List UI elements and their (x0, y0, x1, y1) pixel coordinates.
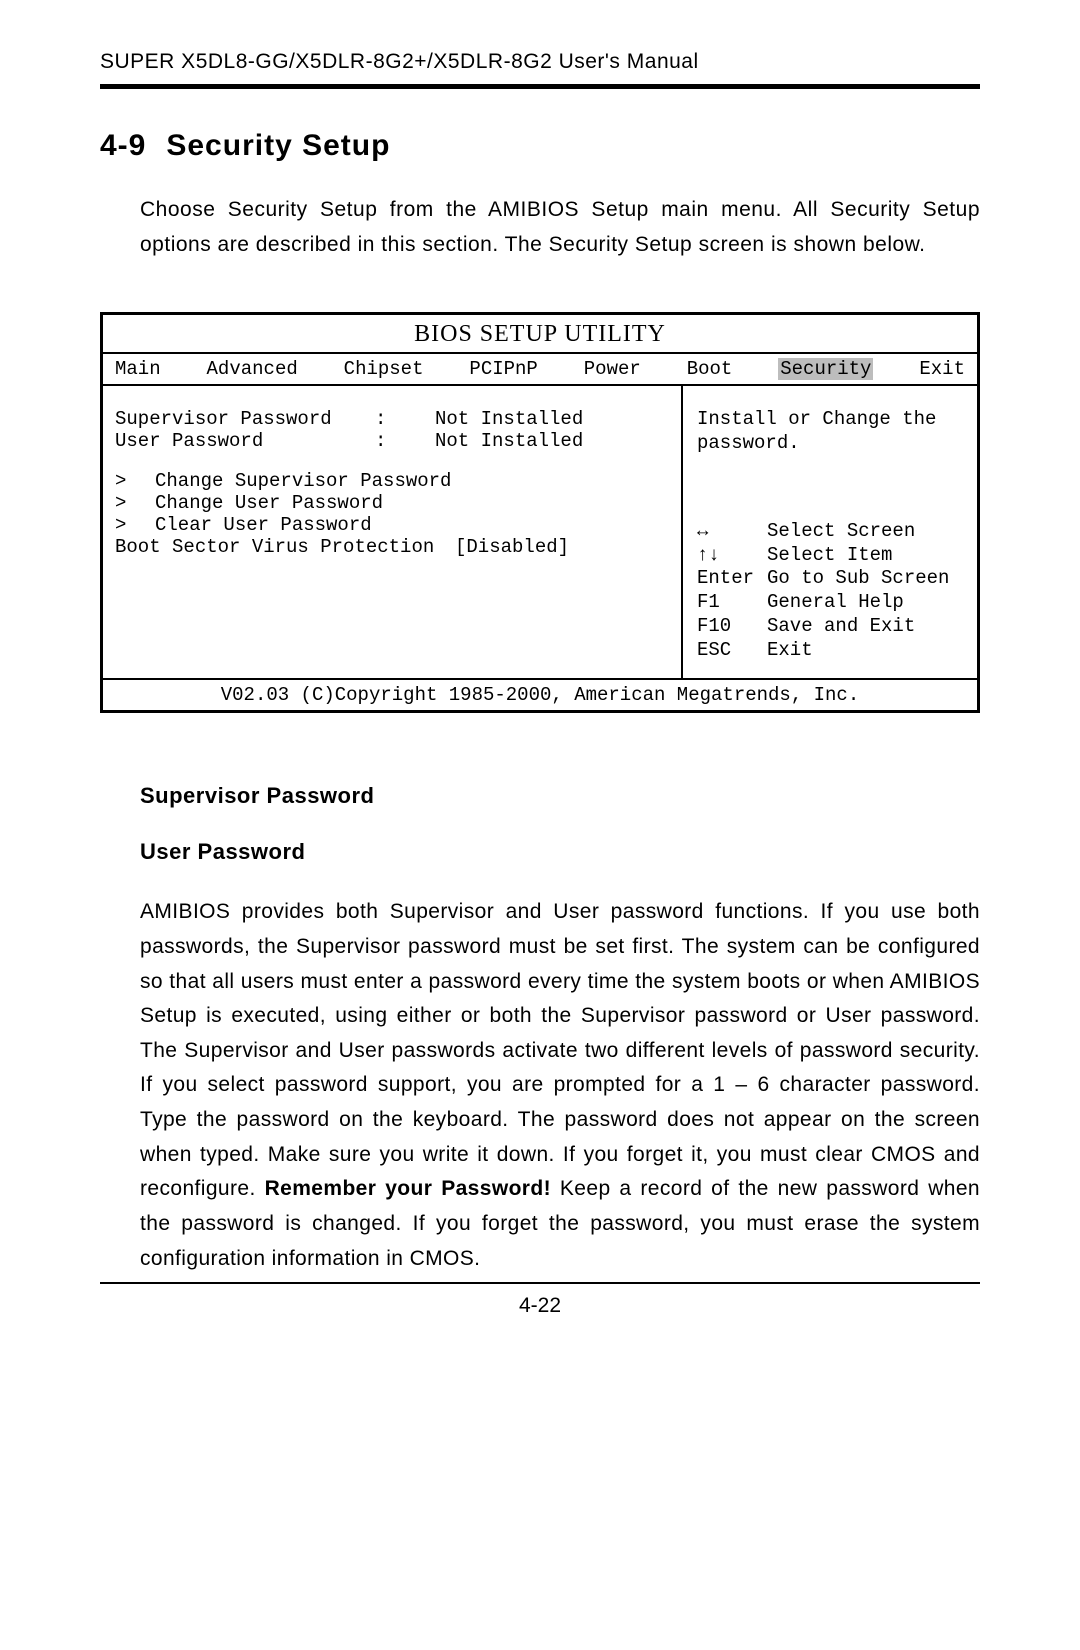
bios-key-row: F1 General Help (697, 591, 967, 615)
bios-status-row: User Password : Not Installed (115, 430, 669, 452)
bios-key-desc: Select Item (767, 544, 892, 568)
bios-screenshot: BIOS SETUP UTILITY Main Advanced Chipset… (100, 312, 980, 713)
bios-key-desc: Exit (767, 639, 813, 663)
bios-colon: : (375, 430, 435, 452)
bios-help-text: Install or Change the password. (697, 408, 967, 456)
bios-right-pane: Install or Change the password. ↔ Select… (683, 386, 977, 678)
body-text-bold: Remember your Password! (265, 1177, 551, 1200)
bios-action-label: Change Supervisor Password (155, 470, 451, 492)
bios-menu-chipset[interactable]: Chipset (344, 358, 424, 380)
chevron-right-icon: > (115, 470, 155, 492)
chevron-right-icon: > (115, 492, 155, 514)
arrows-lr-icon: ↔ (697, 520, 767, 544)
bios-menu-security[interactable]: Security (778, 358, 873, 380)
bios-status-label: User Password (115, 430, 375, 452)
bios-left-pane: Supervisor Password : Not Installed User… (103, 386, 683, 678)
bios-option-value: [Disabled] (455, 536, 569, 558)
bios-status-row: Supervisor Password : Not Installed (115, 408, 669, 430)
bios-menu-pcipnp[interactable]: PCIPnP (469, 358, 537, 380)
page-number: 4-22 (100, 1294, 980, 1318)
bios-menu-power[interactable]: Power (584, 358, 641, 380)
bios-key-row: F10 Save and Exit (697, 615, 967, 639)
chevron-right-icon: > (115, 514, 155, 536)
bios-key-name: F10 (697, 615, 767, 639)
section-title: Security Setup (166, 129, 390, 162)
bios-key-row: ESC Exit (697, 639, 967, 663)
intro-paragraph: Choose Security Setup from the AMIBIOS S… (140, 193, 980, 262)
bios-action-clear-user[interactable]: > Clear User Password (115, 514, 669, 536)
bios-colon: : (375, 408, 435, 430)
bios-key-row: Enter Go to Sub Screen (697, 567, 967, 591)
section-number: 4-9 (100, 129, 146, 162)
bios-status-value: Not Installed (435, 408, 669, 430)
bios-key-name: ESC (697, 639, 767, 663)
bios-status-value: Not Installed (435, 430, 669, 452)
bios-status-label: Supervisor Password (115, 408, 375, 430)
bios-menu-exit[interactable]: Exit (919, 358, 965, 380)
bios-key-desc: Select Screen (767, 520, 915, 544)
bios-key-name: F1 (697, 591, 767, 615)
bios-key-desc: General Help (767, 591, 904, 615)
bios-menu-main[interactable]: Main (115, 358, 161, 380)
bios-key-desc: Go to Sub Screen (767, 567, 949, 591)
section-heading: 4-9 Security Setup (100, 129, 980, 163)
bios-action-label: Change User Password (155, 492, 383, 514)
bios-action-change-user[interactable]: > Change User Password (115, 492, 669, 514)
bios-title: BIOS SETUP UTILITY (103, 315, 977, 352)
manual-page: SUPER X5DL8-GG/X5DLR-8G2+/X5DLR-8G2 User… (0, 0, 1080, 1650)
bios-key-row: ↑↓ Select Item (697, 544, 967, 568)
bios-key-desc: Save and Exit (767, 615, 915, 639)
subheading-user-password: User Password (140, 839, 980, 865)
bios-key-legend: ↔ Select Screen ↑↓ Select Item Enter Go … (697, 520, 967, 663)
subheading-supervisor-password: Supervisor Password (140, 783, 980, 809)
footer-rule (100, 1282, 980, 1284)
bios-action-change-supervisor[interactable]: > Change Supervisor Password (115, 470, 669, 492)
bios-copyright: V02.03 (C)Copyright 1985-2000, American … (103, 680, 977, 710)
bios-menubar: Main Advanced Chipset PCIPnP Power Boot … (103, 352, 977, 386)
bios-key-row: ↔ Select Screen (697, 520, 967, 544)
bios-key-name: Enter (697, 567, 767, 591)
body-text-a: AMIBIOS provides both Supervisor and Use… (140, 900, 980, 1200)
bios-body: Supervisor Password : Not Installed User… (103, 386, 977, 680)
body-paragraph: AMIBIOS provides both Supervisor and Use… (140, 895, 980, 1276)
bios-option-label: Boot Sector Virus Protection (115, 536, 455, 558)
bios-menu-boot[interactable]: Boot (687, 358, 733, 380)
arrows-ud-icon: ↑↓ (697, 544, 767, 568)
bios-action-label: Clear User Password (155, 514, 372, 536)
bios-menu-advanced[interactable]: Advanced (207, 358, 298, 380)
bios-option-row[interactable]: Boot Sector Virus Protection [Disabled] (115, 536, 669, 558)
header-rule (100, 84, 980, 89)
running-head: SUPER X5DL8-GG/X5DLR-8G2+/X5DLR-8G2 User… (100, 50, 980, 84)
